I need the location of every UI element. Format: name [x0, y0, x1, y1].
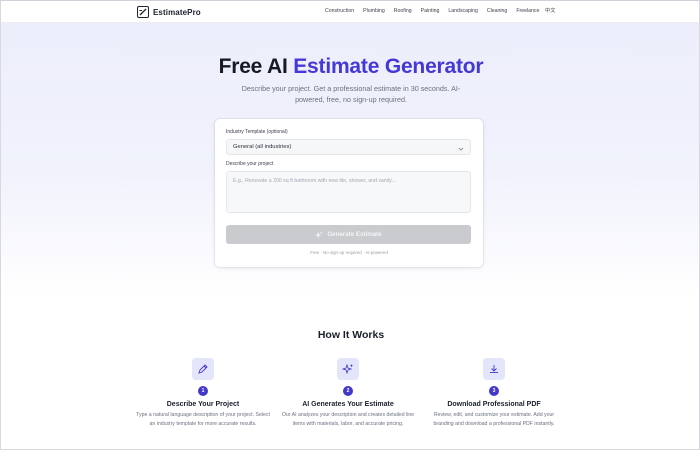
calculator-pen-icon [137, 6, 149, 18]
generate-estimate-button[interactable]: Generate Estimate [226, 225, 471, 244]
step-2: 2 AI Generates Your Estimate Our AI anal… [273, 358, 423, 428]
sparkles-icon [337, 358, 359, 380]
description-placeholder: E.g., Renovate a 200 sq ft bathroom with… [233, 178, 396, 184]
form-footnote: Free · No sign-up required · AI-powered [310, 250, 388, 255]
industry-template-select[interactable]: General (all industries) [226, 139, 471, 155]
chevron-down-icon [458, 144, 464, 158]
estimate-form-card: Industry Template (optional) General (al… [215, 119, 483, 267]
step-number: 1 [198, 386, 208, 396]
nav-link-plumbing[interactable]: Plumbing [363, 8, 385, 14]
pen-tool-icon [192, 358, 214, 380]
step-3: 3 Download Professional PDF Review, edit… [419, 358, 569, 428]
nav-link-construction[interactable]: Construction [325, 8, 354, 14]
description-label: Describe your project [226, 161, 274, 167]
page-frame: EstimatePro Construction Plumbing Roofin… [0, 0, 700, 450]
title-plain: Free AI [218, 55, 294, 78]
sparkles-icon [315, 230, 324, 238]
nav-link-landscaping[interactable]: Landscaping [448, 8, 477, 14]
language-switch[interactable]: 中文 [545, 7, 555, 14]
project-description-input[interactable]: E.g., Renovate a 200 sq ft bathroom with… [226, 171, 471, 213]
step-title: Download Professional PDF [447, 401, 541, 408]
step-number: 2 [343, 386, 353, 396]
nav-links: Construction Plumbing Roofing Painting L… [325, 8, 548, 14]
page-title: Free AI Estimate Generator [1, 55, 699, 79]
top-nav: EstimatePro Construction Plumbing Roofin… [1, 1, 699, 23]
brand-logo[interactable]: EstimatePro [137, 6, 201, 18]
step-number: 3 [489, 386, 499, 396]
title-accent: Estimate Generator [293, 55, 484, 78]
nav-link-painting[interactable]: Painting [421, 8, 440, 14]
step-1: 1 Describe Your Project Type a natural l… [128, 358, 278, 428]
template-value: General (all industries) [233, 144, 292, 150]
how-it-works-title: How It Works [317, 329, 385, 341]
download-icon [483, 358, 505, 380]
nav-link-cleaning[interactable]: Cleaning [487, 8, 507, 14]
nav-link-roofing[interactable]: Roofing [394, 8, 412, 14]
generate-label: Generate Estimate [327, 231, 382, 238]
page-subtitle: Describe your project. Get a professiona… [241, 84, 461, 104]
step-description: Review, edit, and customize your estimat… [433, 412, 555, 427]
nav-link-freelance[interactable]: Freelance [516, 8, 539, 14]
step-title: AI Generates Your Estimate [302, 401, 394, 408]
template-label: Industry Template (optional) [226, 129, 288, 135]
brand-name: EstimatePro [153, 7, 201, 17]
step-description: Our AI analyzes your description and cre… [281, 412, 415, 427]
step-description: Type a natural language description of y… [136, 412, 270, 427]
step-title: Describe Your Project [166, 401, 240, 408]
